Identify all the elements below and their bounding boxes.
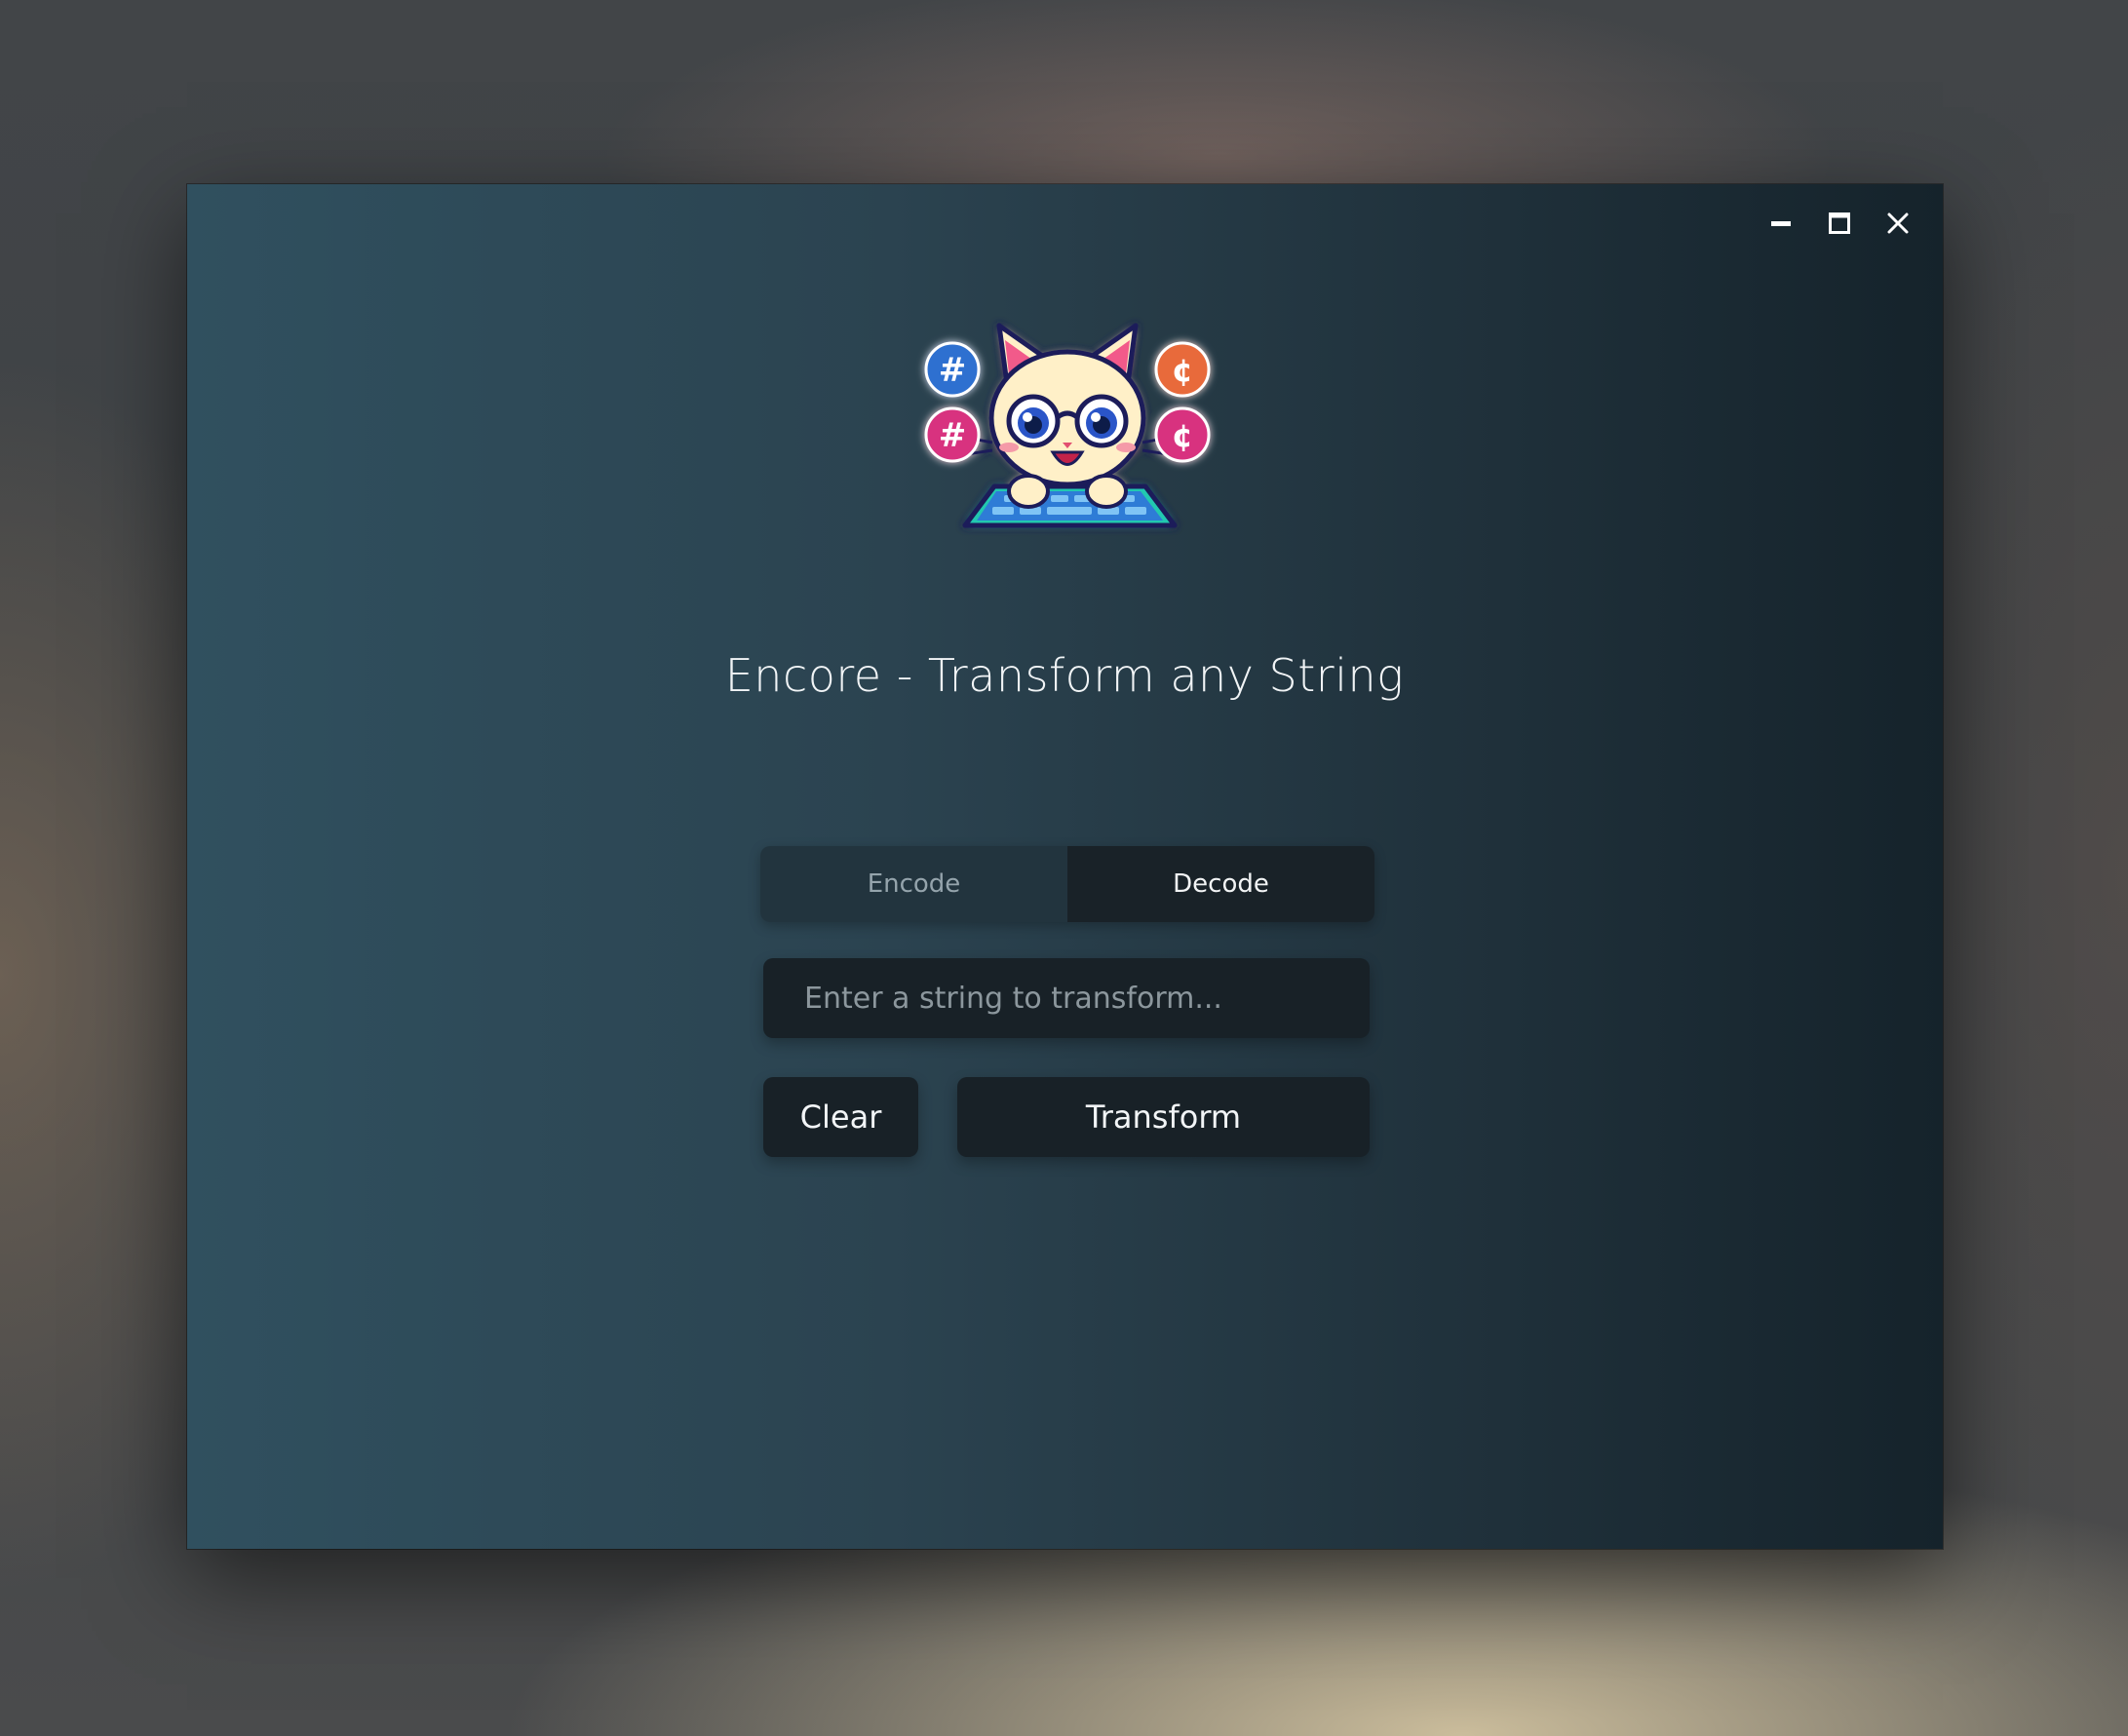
clear-button[interactable]: Clear <box>763 1077 918 1157</box>
minimize-icon <box>1771 221 1791 226</box>
decode-tab[interactable]: Decode <box>1067 846 1374 922</box>
svg-text:¢: ¢ <box>1172 417 1193 454</box>
mode-toggle: Encode Decode <box>760 846 1374 922</box>
close-button[interactable] <box>1869 202 1927 245</box>
maximize-button[interactable] <box>1810 202 1869 245</box>
cat-keyboard-logo: # # ¢ ¢ <box>924 323 1211 528</box>
app-title: Encore - Transform any String <box>724 649 1405 702</box>
maximize-icon <box>1829 212 1850 234</box>
encode-tab[interactable]: Encode <box>760 846 1067 922</box>
svg-text:¢: ¢ <box>1172 352 1193 389</box>
minimize-button[interactable] <box>1752 202 1810 245</box>
svg-text:#: # <box>939 351 967 390</box>
desktop-background: # # ¢ ¢ Encore - Transform any String En… <box>0 0 2128 1736</box>
window-controls <box>1752 202 1927 245</box>
close-icon <box>1887 212 1909 234</box>
string-input[interactable] <box>802 980 1370 1017</box>
app-window: # # ¢ ¢ Encore - Transform any String En… <box>187 184 1943 1549</box>
svg-text:#: # <box>939 416 967 455</box>
string-input-container <box>763 958 1370 1038</box>
transform-button[interactable]: Transform <box>957 1077 1370 1157</box>
